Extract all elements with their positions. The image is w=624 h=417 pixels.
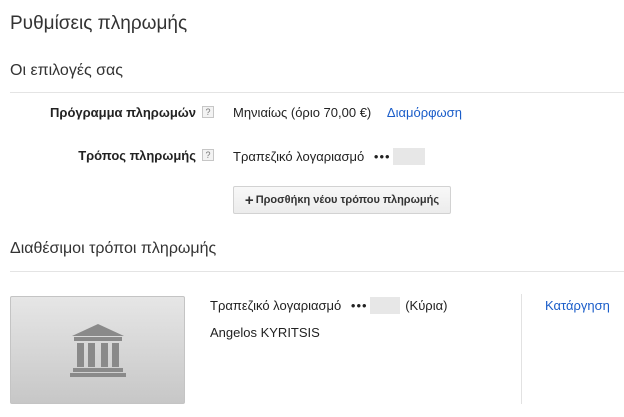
payment-schedule-value: Μηνιαίως (όριο 70,00 €)	[233, 105, 372, 120]
vertical-divider	[521, 294, 522, 404]
masked-account-dots: •••	[350, 298, 368, 313]
payment-method-details: Τραπεζικό λογαριασμό ••• (Κύρια)	[210, 297, 447, 314]
payment-method-value: Τραπεζικό λογαριασμό	[233, 149, 365, 164]
section-divider	[10, 92, 624, 93]
payment-method-label: Τρόπος πληρωμής	[78, 148, 196, 163]
help-icon[interactable]: ?	[202, 106, 214, 118]
add-payment-method-button[interactable]: + Προσθήκη νέου τρόπου πληρωμής	[233, 186, 451, 214]
plus-icon: +	[244, 191, 254, 209]
configure-link[interactable]: Διαμόρφωση	[387, 105, 462, 120]
remove-link[interactable]: Κατάργηση	[545, 298, 610, 313]
page-title: Ρυθμίσεις πληρωμής	[10, 13, 188, 34]
masked-account-dots: •••	[373, 149, 391, 164]
add-payment-method-label: Προσθήκη νέου τρόπου πληρωμής	[255, 194, 440, 206]
payment-method-name: Τραπεζικό λογαριασμό	[210, 298, 342, 313]
redacted-account-number	[369, 297, 400, 314]
payment-schedule-label: Πρόγραμμα πληρωμών	[50, 105, 196, 120]
help-icon[interactable]: ?	[202, 149, 214, 161]
payment-method-card	[10, 296, 185, 404]
payment-schedule-value-row: Μηνιαίως (όριο 70,00 €) Διαμόρφωση	[233, 105, 462, 120]
payment-method-value-row: Τραπεζικό λογαριασμό •••	[233, 148, 425, 165]
redacted-account-number	[392, 148, 425, 165]
bank-icon	[69, 324, 126, 377]
section-title-available-methods: Διαθέσιμοι τρόποι πληρωμής	[10, 240, 217, 257]
section-title-your-options: Οι επιλογές σας	[10, 62, 123, 79]
account-holder-name: Angelos KYRITSIS	[210, 325, 320, 340]
section-divider	[10, 271, 624, 272]
primary-tag: (Κύρια)	[405, 298, 448, 313]
